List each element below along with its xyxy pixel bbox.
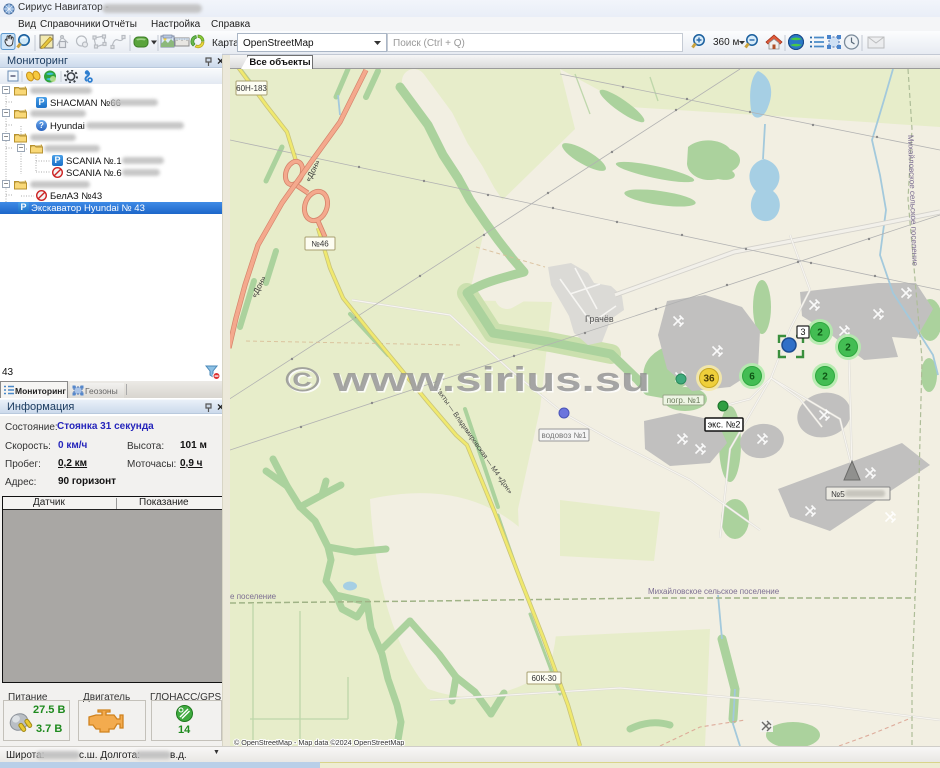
svg-text:экс. №2: экс. №2 (708, 420, 741, 430)
svg-text:60К-30: 60К-30 (531, 674, 557, 683)
svg-text:360 м: 360 м (713, 37, 739, 48)
svg-text:ское поселение: ское поселение (230, 592, 277, 601)
svg-text:3: 3 (800, 327, 805, 337)
svg-text:© www.sirius.su: © www.sirius.su (285, 361, 650, 399)
svg-text:2: 2 (822, 372, 828, 383)
svg-text:© OpenStreetMap - Map data ©20: © OpenStreetMap - Map data ©2024 OpenStr… (234, 738, 404, 746)
svg-text:Михайловское сельское поселени: Михайловское сельское поселение (648, 587, 780, 596)
svg-text:Грачёв: Грачёв (585, 314, 614, 324)
svg-text:36: 36 (703, 374, 715, 385)
svg-text:водовоз №1: водовоз №1 (542, 431, 588, 440)
svg-text:№5: №5 (831, 489, 845, 499)
svg-text:погр. №1: погр. №1 (667, 396, 701, 405)
svg-text:№46: №46 (311, 239, 329, 248)
svg-text:6: 6 (749, 372, 755, 383)
svg-text:60Н-183: 60Н-183 (236, 84, 267, 93)
svg-text:2: 2 (817, 328, 823, 339)
svg-text:2: 2 (845, 343, 851, 354)
